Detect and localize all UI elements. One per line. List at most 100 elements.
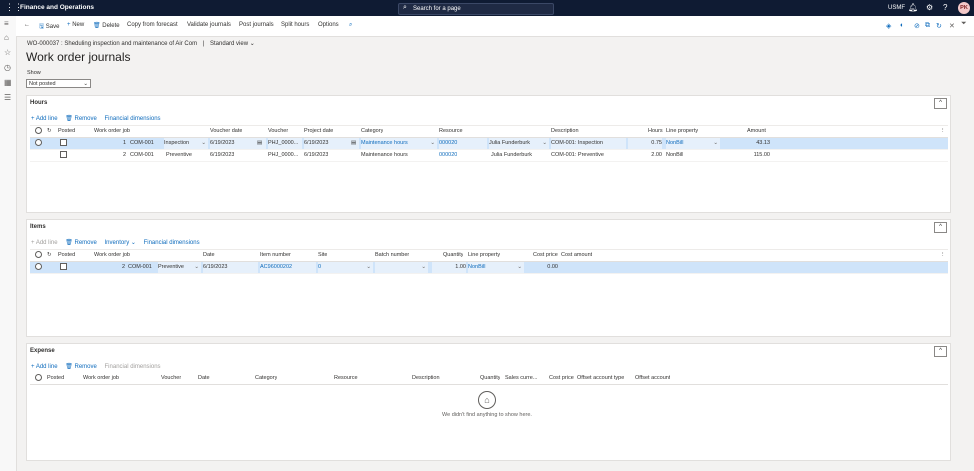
power-apps-icon[interactable]: ◈	[886, 22, 891, 30]
collapse-expense-button[interactable]: ^	[934, 346, 947, 357]
table-row[interactable]: 1 COM-001 Inspection ⌄ 6/19/2023 PHJ_0000…	[30, 138, 948, 150]
back-icon[interactable]: ←	[24, 22, 30, 28]
company-selector[interactable]: USMF	[888, 5, 905, 11]
home-icon[interactable]: ⌂	[4, 34, 9, 42]
column-header[interactable]: Description	[412, 373, 440, 384]
bell-icon[interactable]: 🔔︎	[908, 3, 918, 12]
financial-dimensions-button[interactable]: Financial dimensions	[144, 240, 200, 246]
line-property-select[interactable]: NonBill ⌄	[666, 138, 720, 149]
workspace-icon[interactable]: ▦	[4, 79, 12, 87]
options-button[interactable]: Options	[318, 22, 339, 28]
remove-button[interactable]: 🗑︎ Remove	[65, 364, 97, 370]
date-field[interactable]: 6/19/2023	[203, 262, 258, 273]
row-select-radio[interactable]	[35, 139, 42, 147]
hours-field[interactable]: 0.75	[628, 138, 662, 149]
delete-button[interactable]: 🗑︎ Delete	[93, 22, 120, 29]
column-header[interactable]: Cost price	[533, 250, 558, 261]
copy-from-forecast-button[interactable]: Copy from forecast	[127, 22, 178, 28]
help-icon[interactable]: ?	[943, 3, 947, 12]
column-header[interactable]: Category	[255, 373, 277, 384]
column-header[interactable]: Date	[203, 250, 215, 261]
hamburger-icon[interactable]: ≡	[4, 20, 9, 28]
column-header[interactable]: Amount	[747, 126, 766, 137]
validate-journals-button[interactable]: Validate journals	[187, 22, 231, 28]
financial-dimensions-button[interactable]: Financial dimensions	[105, 364, 161, 370]
column-header[interactable]: Sales curre...	[505, 373, 541, 384]
remove-button[interactable]: 🗑︎ Remove	[65, 116, 97, 122]
quantity-field[interactable]: 1.00	[432, 262, 466, 273]
star-icon[interactable]: ☆	[4, 49, 11, 57]
gear-icon[interactable]: ⚙	[926, 3, 933, 12]
column-header[interactable]: Item number	[260, 250, 291, 261]
close-icon[interactable]: ✕	[949, 22, 955, 30]
view-selector[interactable]: Standard view	[210, 41, 248, 47]
inventory-button[interactable]: Inventory ⌄	[105, 240, 136, 246]
item-number-link[interactable]: AC96000202	[260, 262, 316, 273]
column-header[interactable]: Batch number	[375, 250, 409, 261]
column-header[interactable]: Quantity	[443, 250, 463, 261]
site-select[interactable]: 0 ⌄	[318, 262, 373, 273]
job-type-select[interactable]: Preventive ⌄	[158, 262, 201, 273]
search-box[interactable]: ⌕ Search for a page	[398, 3, 554, 15]
show-filter-select[interactable]: Not posted ⌄	[26, 79, 91, 88]
column-header[interactable]: Quantity	[480, 373, 500, 384]
more-icon[interactable]: ⋮	[940, 250, 946, 261]
column-header[interactable]: Resource	[334, 373, 358, 384]
notes-icon[interactable]: ▤	[257, 138, 262, 149]
voucher-field[interactable]: PHJ_0000...	[268, 138, 302, 149]
select-all-radio[interactable]	[35, 127, 42, 135]
column-header[interactable]: Offset account	[635, 373, 670, 384]
column-header[interactable]: Work order job	[94, 250, 130, 261]
column-header[interactable]: Line property	[666, 126, 698, 137]
column-header[interactable]: Site	[318, 250, 327, 261]
posted-checkbox[interactable]	[60, 139, 67, 147]
list-icon[interactable]: ☰	[4, 94, 11, 102]
column-header[interactable]: Date	[198, 373, 210, 384]
resource-link[interactable]: 000020	[439, 138, 487, 149]
column-header[interactable]: Category	[361, 126, 383, 137]
job-type-select[interactable]: Inspection ⌄	[164, 138, 208, 149]
clock-icon[interactable]: ◷	[4, 64, 11, 72]
column-header[interactable]: Resource	[439, 126, 463, 137]
notes-icon[interactable]: ▤	[351, 138, 356, 149]
description-field[interactable]: COM-001: Inspection	[551, 138, 626, 149]
table-row[interactable]: 2 COM-001 Preventive 6/19/2023 PHJ_0000.…	[30, 150, 948, 162]
column-header[interactable]: Voucher date	[210, 126, 242, 137]
column-header[interactable]: Work order job	[94, 126, 130, 137]
resource-link[interactable]: 000020	[439, 150, 457, 161]
column-header[interactable]: Voucher	[161, 373, 181, 384]
search-icon[interactable]: ⌕	[349, 22, 352, 29]
open-in-new-icon[interactable]: ⧉	[925, 22, 930, 30]
office-icon[interactable]: ◐	[900, 22, 904, 29]
financial-dimensions-button[interactable]: Financial dimensions	[105, 116, 161, 122]
add-line-button[interactable]: + Add line	[31, 240, 58, 246]
category-select[interactable]: Maintenance hours ⌄	[361, 138, 437, 149]
column-header[interactable]: Voucher	[268, 126, 288, 137]
posted-checkbox[interactable]	[60, 263, 67, 271]
column-header[interactable]: Cost amount	[561, 250, 592, 261]
collapse-items-button[interactable]: ^	[934, 222, 947, 233]
refresh-icon[interactable]: ↻	[936, 22, 942, 30]
split-hours-button[interactable]: Split hours	[281, 22, 309, 28]
remove-button[interactable]: 🗑︎ Remove	[65, 240, 97, 246]
collapse-hours-button[interactable]: ^	[934, 98, 947, 109]
column-header[interactable]: Posted	[47, 373, 64, 384]
column-header[interactable]: Posted	[58, 250, 75, 261]
column-header[interactable]: Line property	[468, 250, 500, 261]
avatar[interactable]: PK	[958, 2, 970, 14]
filter-icon[interactable]: ⏷	[961, 20, 967, 28]
column-header[interactable]: Offset account type	[577, 373, 624, 384]
column-header[interactable]: Cost price	[549, 373, 574, 384]
resource-name-select[interactable]: Julia Funderburk ⌄	[489, 138, 549, 149]
refresh-icon[interactable]: ↻	[47, 126, 52, 137]
column-header[interactable]: Project date	[304, 126, 333, 137]
line-property-select[interactable]: NonBill ⌄	[468, 262, 524, 273]
post-journals-button[interactable]: Post journals	[239, 22, 274, 28]
add-line-button[interactable]: + Add line	[31, 116, 58, 122]
save-button[interactable]: 🖫︎ Save	[39, 22, 59, 32]
add-line-button[interactable]: + Add line	[31, 364, 58, 370]
attach-icon[interactable]: ⊘	[914, 22, 920, 30]
refresh-icon[interactable]: ↻	[47, 250, 52, 261]
column-header[interactable]: Work order job	[83, 373, 119, 384]
column-header[interactable]: Posted	[58, 126, 75, 137]
